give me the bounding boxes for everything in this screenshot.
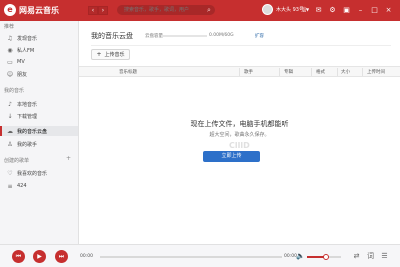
column-divider[interactable] bbox=[239, 68, 240, 76]
upload-music-button[interactable]: + 上传音乐 bbox=[91, 49, 130, 60]
upload-now-button[interactable]: 立即上传 bbox=[203, 151, 260, 162]
playlist-icon[interactable]: ☰ bbox=[380, 252, 389, 261]
sidebar-item-label: 本地音乐 bbox=[17, 101, 38, 108]
play-mode-icon[interactable]: ⇄ bbox=[352, 252, 361, 261]
avatar[interactable] bbox=[262, 4, 273, 15]
singer-icon: ♙ bbox=[7, 140, 13, 148]
sidebar-item-label: MV bbox=[17, 59, 25, 65]
sidebar-group-my-music: 我的音乐 bbox=[4, 88, 25, 94]
page-title: 我的音乐云盘 bbox=[91, 32, 133, 40]
column-header-size[interactable]: 大小 bbox=[341, 69, 350, 75]
radio-icon: ◉ bbox=[7, 46, 13, 54]
title-divider bbox=[91, 45, 391, 46]
sidebar-item-my-singers[interactable]: ♙ 我的歌手 bbox=[0, 139, 78, 149]
search-input[interactable] bbox=[117, 5, 215, 15]
sidebar-item-playlist-424[interactable]: ≡ 424 bbox=[0, 181, 78, 191]
empty-state-subtitle: 超大空间，歌曲永久保存。 bbox=[209, 132, 270, 138]
column-header-artist[interactable]: 歌手 bbox=[244, 69, 253, 75]
playlist-icon: ≡ bbox=[7, 182, 13, 190]
sidebar-group-recommend: 推荐 bbox=[4, 24, 15, 30]
play-button[interactable]: ▶ bbox=[33, 250, 46, 263]
download-icon: ↓ bbox=[7, 112, 13, 120]
add-playlist-button[interactable]: + bbox=[66, 155, 71, 162]
maximize-icon[interactable]: □ bbox=[369, 5, 380, 15]
column-divider[interactable] bbox=[279, 68, 280, 76]
sidebar: 推荐 ♫ 发现音乐 ◉ 私人FM ▭ MV ☺ 朋友 我的音乐 ♪ 本地音乐 ↓… bbox=[0, 21, 79, 244]
sidebar-item-personal-fm[interactable]: ◉ 私人FM bbox=[0, 45, 78, 55]
volume-icon[interactable]: 🔈 bbox=[296, 252, 305, 261]
capacity-text: 0.00M/60G bbox=[209, 33, 234, 38]
heart-icon: ♡ bbox=[7, 169, 13, 177]
capacity-bar bbox=[161, 35, 207, 37]
player-bar: ⏮ ▶ ⏭ 00:00 00:00 🔈 ⇄ 词 ☰ bbox=[0, 244, 400, 267]
plus-icon: + bbox=[96, 51, 102, 58]
netease-logo-icon: e bbox=[4, 4, 16, 16]
expand-capacity-link[interactable]: 扩容 bbox=[255, 33, 264, 39]
app-logo[interactable]: e 网易云音乐 bbox=[4, 4, 59, 16]
volume-slider-handle[interactable] bbox=[322, 254, 329, 260]
sidebar-item-downloads[interactable]: ↓ 下载管理 bbox=[0, 111, 78, 121]
sidebar-item-label: 我喜欢的音乐 bbox=[17, 170, 48, 177]
mini-mode-icon[interactable]: ▣ bbox=[341, 5, 352, 15]
empty-state-title: 现在上传文件，电脑手机都能听 bbox=[190, 120, 289, 128]
upload-music-label: 上传音乐 bbox=[104, 52, 125, 58]
sidebar-item-label: 424 bbox=[17, 183, 27, 189]
watermark: ClllD bbox=[229, 141, 250, 150]
column-header-upload-time[interactable]: 上传时间 bbox=[367, 69, 385, 75]
sidebar-item-label: 我的音乐云盘 bbox=[17, 128, 48, 135]
friends-icon: ☺ bbox=[6, 70, 14, 78]
main-content: 我的音乐云盘 云盘容量 0.00M/60G 扩容 + 上传音乐 音乐标题 歌手 … bbox=[79, 21, 400, 244]
sidebar-item-music-cloud[interactable]: ☁ 我的音乐云盘 bbox=[0, 126, 78, 136]
back-button[interactable]: ‹ bbox=[88, 6, 98, 15]
sidebar-group-created-playlists: 创建的歌单 bbox=[4, 158, 30, 164]
column-divider[interactable] bbox=[311, 68, 312, 76]
title-bar: e 网易云音乐 ‹ › ⌕ 木大头 93号 ▼ ♕ ✉ ⚙ ▣ – □ × bbox=[0, 0, 400, 21]
settings-icon[interactable]: ⚙ bbox=[327, 5, 338, 15]
shirt-icon[interactable]: ♕ bbox=[299, 5, 310, 15]
table-header: 音乐标题 歌手 专辑 格式 大小 上传时间 bbox=[79, 66, 400, 77]
column-divider[interactable] bbox=[337, 68, 338, 76]
app-title: 网易云音乐 bbox=[19, 5, 59, 15]
mail-icon[interactable]: ✉ bbox=[313, 5, 324, 15]
sidebar-item-label: 我的歌手 bbox=[17, 141, 38, 148]
sidebar-item-local-music[interactable]: ♪ 本地音乐 bbox=[0, 99, 78, 109]
column-header-format[interactable]: 格式 bbox=[316, 69, 325, 75]
sidebar-item-liked-music[interactable]: ♡ 我喜欢的音乐 bbox=[0, 168, 78, 178]
window-controls: ♕ ✉ ⚙ ▣ – □ × bbox=[296, 5, 394, 15]
close-icon[interactable]: × bbox=[383, 5, 394, 15]
lyrics-icon[interactable]: 词 bbox=[366, 252, 375, 261]
search-icon[interactable]: ⌕ bbox=[205, 6, 213, 14]
local-music-icon: ♪ bbox=[8, 100, 12, 108]
next-track-button[interactable]: ⏭ bbox=[55, 250, 68, 263]
sidebar-item-discover[interactable]: ♫ 发现音乐 bbox=[0, 33, 78, 43]
sidebar-item-label: 朋友 bbox=[17, 71, 28, 78]
column-header-album[interactable]: 专辑 bbox=[284, 69, 293, 75]
sidebar-item-friends[interactable]: ☺ 朋友 bbox=[0, 69, 78, 79]
previous-track-button[interactable]: ⏮ bbox=[12, 250, 25, 263]
volume-slider[interactable] bbox=[307, 254, 341, 260]
sidebar-item-mv[interactable]: ▭ MV bbox=[0, 57, 78, 67]
minimize-icon[interactable]: – bbox=[355, 5, 366, 15]
column-header-title[interactable]: 音乐标题 bbox=[119, 69, 137, 75]
video-icon: ▭ bbox=[7, 58, 13, 66]
cloud-icon: ☁ bbox=[7, 127, 13, 135]
history-nav: ‹ › bbox=[88, 6, 108, 15]
sidebar-item-label: 私人FM bbox=[17, 47, 35, 54]
progress-bar[interactable] bbox=[100, 256, 282, 258]
sidebar-item-label: 发现音乐 bbox=[17, 35, 38, 42]
forward-button[interactable]: › bbox=[98, 6, 108, 15]
sidebar-item-label: 下载管理 bbox=[17, 113, 38, 120]
column-divider[interactable] bbox=[362, 68, 363, 76]
music-note-icon: ♫ bbox=[7, 34, 13, 42]
current-time: 00:00 bbox=[80, 254, 93, 259]
